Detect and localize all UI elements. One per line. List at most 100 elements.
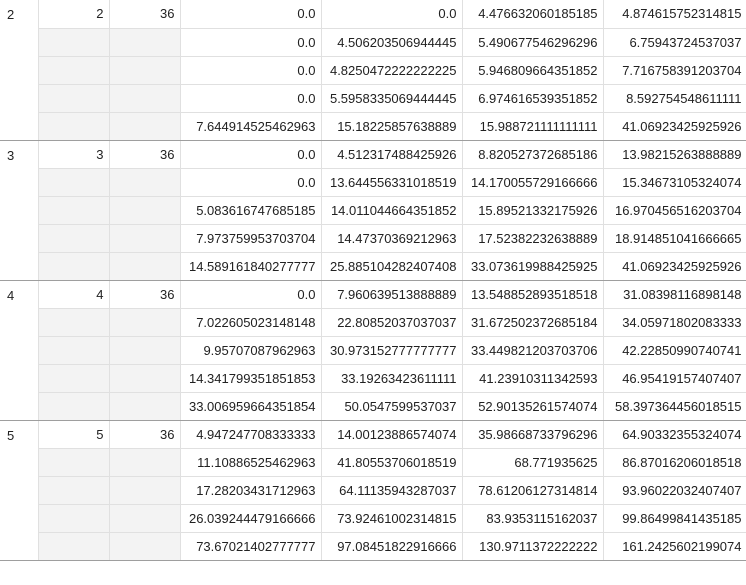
value-cell: 4.8250472222222225	[321, 56, 463, 85]
value-cell: 4.476632060185185	[462, 0, 604, 29]
value-cell: 64.11135943287037	[321, 476, 463, 505]
table-row: 11.10886525462963 41.80553706018519 68.771…	[0, 448, 746, 477]
table-row: 5.083616747685185 14.011044664351852 15.89…	[0, 196, 746, 225]
table-row: 33.006959664351854 50.0547599537037 52.901…	[0, 392, 746, 421]
empty-cell	[109, 336, 181, 365]
empty-cell	[38, 252, 110, 281]
value-cell: 13.644556331018519	[321, 168, 463, 197]
group-label-cell: 5	[0, 420, 39, 561]
value-cell: 58.397364456018515	[603, 392, 746, 421]
value-cell: 41.80553706018519	[321, 448, 463, 477]
value-cell: 26.039244479166666	[180, 504, 322, 533]
empty-cell	[38, 224, 110, 253]
index-cell: 3	[38, 140, 110, 169]
value-cell: 14.589161840277777	[180, 252, 322, 281]
value-cell: 0.0	[180, 280, 322, 309]
empty-cell	[109, 84, 181, 113]
value-cell: 14.011044664351852	[321, 196, 463, 225]
value-cell: 9.95707087962963	[180, 336, 322, 365]
value-cell: 18.914851041666665	[603, 224, 746, 253]
value-cell: 42.22850990740741	[603, 336, 746, 365]
empty-cell	[109, 56, 181, 85]
table-row: 7.644914525462963 15.18225857638889 15.988…	[0, 112, 746, 141]
empty-cell	[109, 252, 181, 281]
table-row: 14.341799351851853 33.19263423611111 41.23…	[0, 364, 746, 393]
empty-cell	[38, 364, 110, 393]
empty-cell	[38, 392, 110, 421]
value-cell: 86.87016206018518	[603, 448, 746, 477]
table-row: 0.0 4.506203506944445 5.490677546296296 6.7…	[0, 28, 746, 57]
value-cell: 15.89521332175926	[462, 196, 604, 225]
value-cell: 0.0	[180, 28, 322, 57]
empty-cell	[38, 476, 110, 505]
value-cell: 99.86499841435185	[603, 504, 746, 533]
empty-cell	[109, 112, 181, 141]
data-table: 2 2 36 0.0 0.0 4.476632060185185 4.87461575231…	[0, 0, 746, 561]
empty-cell	[109, 504, 181, 533]
value-cell: 7.022605023148148	[180, 308, 322, 337]
value-cell: 13.548852893518518	[462, 280, 604, 309]
value-cell: 0.0	[180, 140, 322, 169]
value-cell: 7.960639513888889	[321, 280, 463, 309]
value-cell: 13.98215263888889	[603, 140, 746, 169]
value-cell: 6.75943724537037	[603, 28, 746, 57]
value-cell: 161.2425602199074	[603, 532, 746, 561]
table-row: 0.0 13.644556331018519 14.170055729166666 1…	[0, 168, 746, 197]
table-row: 7.022605023148148 22.80852037037037 31.672…	[0, 308, 746, 337]
value-cell: 33.073619988425925	[462, 252, 604, 281]
value-cell: 8.592754548611111	[603, 84, 746, 113]
value-cell: 34.05971802083333	[603, 308, 746, 337]
value-cell: 41.23910311342593	[462, 364, 604, 393]
empty-cell	[38, 196, 110, 225]
value-cell: 15.34673105324074	[603, 168, 746, 197]
value-cell: 5.490677546296296	[462, 28, 604, 57]
value-cell: 73.67021402777777	[180, 532, 322, 561]
value-cell: 5.083616747685185	[180, 196, 322, 225]
empty-cell	[38, 56, 110, 85]
value-cell: 130.9711372222222	[462, 532, 604, 561]
table-row: 73.67021402777777 97.08451822916666 130.97…	[0, 532, 746, 561]
value-cell: 5.5958335069444445	[321, 84, 463, 113]
index-cell: 2	[38, 0, 110, 29]
value-cell: 11.10886525462963	[180, 448, 322, 477]
empty-cell	[38, 336, 110, 365]
table-row: 17.28203431712963 64.11135943287037 78.612…	[0, 476, 746, 505]
value-cell: 7.716758391203704	[603, 56, 746, 85]
value-cell: 16.970456516203704	[603, 196, 746, 225]
empty-cell	[109, 392, 181, 421]
value-cell: 14.47370369212963	[321, 224, 463, 253]
value-cell: 17.52382232638889	[462, 224, 604, 253]
table-row: 7.973759953703704 14.47370369212963 17.523…	[0, 224, 746, 253]
value-cell: 5.946809664351852	[462, 56, 604, 85]
value-cell: 31.08398116898148	[603, 280, 746, 309]
value-cell: 0.0	[180, 168, 322, 197]
index-cell: 4	[38, 280, 110, 309]
empty-cell	[109, 224, 181, 253]
value-cell: 15.988721111111111	[462, 112, 604, 141]
count-cell: 36	[109, 0, 181, 29]
count-cell: 36	[109, 420, 181, 449]
table-row: 5 5 36 4.947247708333333 14.00123886574074 35…	[0, 420, 746, 561]
value-cell: 25.885104282407408	[321, 252, 463, 281]
value-cell: 35.98668733796296	[462, 420, 604, 449]
value-cell: 4.506203506944445	[321, 28, 463, 57]
empty-cell	[109, 196, 181, 225]
value-cell: 17.28203431712963	[180, 476, 322, 505]
value-cell: 0.0	[180, 84, 322, 113]
value-cell: 64.90332355324074	[603, 420, 746, 449]
value-cell: 31.672502372685184	[462, 308, 604, 337]
table-row: 3 3 36 0.0 4.512317488425926 8.82052737268518…	[0, 140, 746, 281]
count-cell: 36	[109, 280, 181, 309]
empty-cell	[109, 476, 181, 505]
value-cell: 52.90135261574074	[462, 392, 604, 421]
value-cell: 15.18225857638889	[321, 112, 463, 141]
value-cell: 6.974616539351852	[462, 84, 604, 113]
empty-cell	[109, 448, 181, 477]
table-row: 9.95707087962963 30.973152777777777 33.449…	[0, 336, 746, 365]
value-cell: 73.92461002314815	[321, 504, 463, 533]
empty-cell	[38, 28, 110, 57]
value-cell: 33.006959664351854	[180, 392, 322, 421]
empty-cell	[109, 532, 181, 561]
group-label-cell: 3	[0, 140, 39, 281]
table-row: 0.0 4.8250472222222225 5.946809664351852 7.…	[0, 56, 746, 85]
